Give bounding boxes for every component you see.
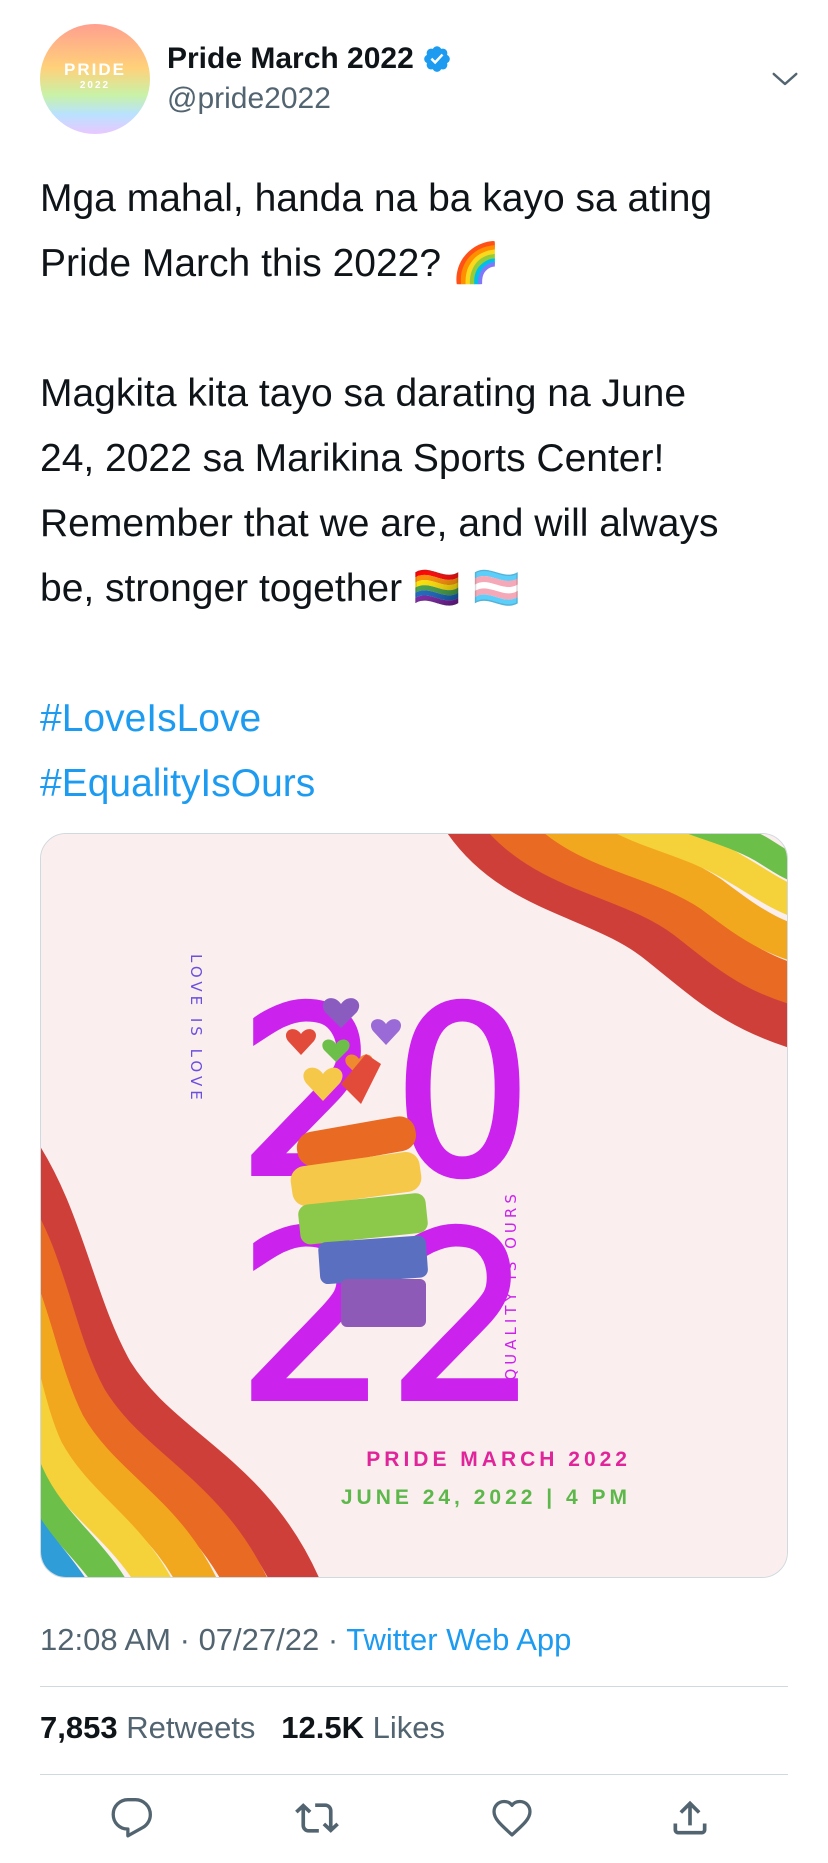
retweets-count: 7,853: [40, 1710, 118, 1745]
tweet-line: Pride March this 2022? 🌈: [40, 242, 501, 285]
tweet-header: PRIDE 2022 Pride March 2022 @pride2022: [40, 24, 800, 134]
pride-poster: 20 22 LOVE IS LOVE EQUALITY IS OURS PRID…: [41, 834, 787, 1577]
tweet-line: be, stronger together 🏳️‍🌈 🏳️‍⚧️: [40, 567, 521, 610]
verified-badge-icon: [423, 46, 450, 72]
chevron-down-icon[interactable]: [770, 64, 800, 94]
tweet-line: Mga mahal, handa na ba kayo sa ating: [40, 177, 713, 220]
tweet-stats: 7,853 Retweets 12.5K Likes: [40, 1710, 445, 1746]
tweet-line: Magkita kita tayo sa darating na June: [40, 372, 687, 415]
likes-count: 12.5K: [281, 1710, 365, 1745]
tweet-meta: 12:08 AM · 07/27/22 · Twitter Web App: [40, 1622, 571, 1658]
action-bar: [40, 1790, 788, 1850]
hashtag-equalityisours[interactable]: #EqualityIsOurs: [40, 751, 800, 816]
poster-event-title: PRIDE MARCH 2022: [366, 1448, 631, 1471]
poster-side-left: LOVE IS LOVE: [187, 954, 205, 1104]
likes-label: Likes: [372, 1710, 446, 1745]
tweet-text: Mga mahal, handa na ba kayo sa ating Pri…: [40, 166, 800, 816]
tweet-source[interactable]: Twitter Web App: [346, 1622, 571, 1657]
name-row: Pride March 2022: [167, 42, 452, 76]
avatar[interactable]: PRIDE 2022: [40, 24, 150, 134]
retweet-icon[interactable]: [295, 1796, 339, 1840]
share-icon[interactable]: [668, 1796, 712, 1840]
tweet-image[interactable]: 20 22 LOVE IS LOVE EQUALITY IS OURS PRID…: [40, 833, 788, 1578]
retweets-label: Retweets: [126, 1710, 256, 1745]
like-icon[interactable]: [490, 1796, 534, 1840]
reply-icon[interactable]: [110, 1796, 154, 1840]
tweet-time[interactable]: 12:08 AM: [40, 1622, 171, 1657]
retweets-stat[interactable]: 7,853 Retweets: [40, 1710, 264, 1745]
avatar-year: 2022: [79, 80, 111, 91]
meta-separator: ·: [179, 1622, 190, 1657]
poster-side-right: EQUALITY IS OURS: [502, 1190, 520, 1394]
avatar-text: PRIDE: [64, 60, 126, 79]
display-name[interactable]: Pride March 2022: [167, 42, 414, 76]
meta-separator: ·: [327, 1622, 339, 1657]
tweet-line: 24, 2022 sa Marikina Sports Center!: [40, 437, 665, 480]
likes-stat[interactable]: 12.5K Likes: [281, 1710, 445, 1745]
poster-event-date: JUNE 24, 2022 | 4 PM: [341, 1486, 631, 1509]
divider: [40, 1774, 788, 1775]
hashtag-loveislove[interactable]: #LoveIsLove: [40, 686, 800, 751]
handle[interactable]: @pride2022: [167, 82, 331, 116]
tweet-date[interactable]: 07/27/22: [199, 1622, 320, 1657]
divider: [40, 1686, 788, 1687]
tweet-line: Remember that we are, and will always: [40, 502, 719, 545]
